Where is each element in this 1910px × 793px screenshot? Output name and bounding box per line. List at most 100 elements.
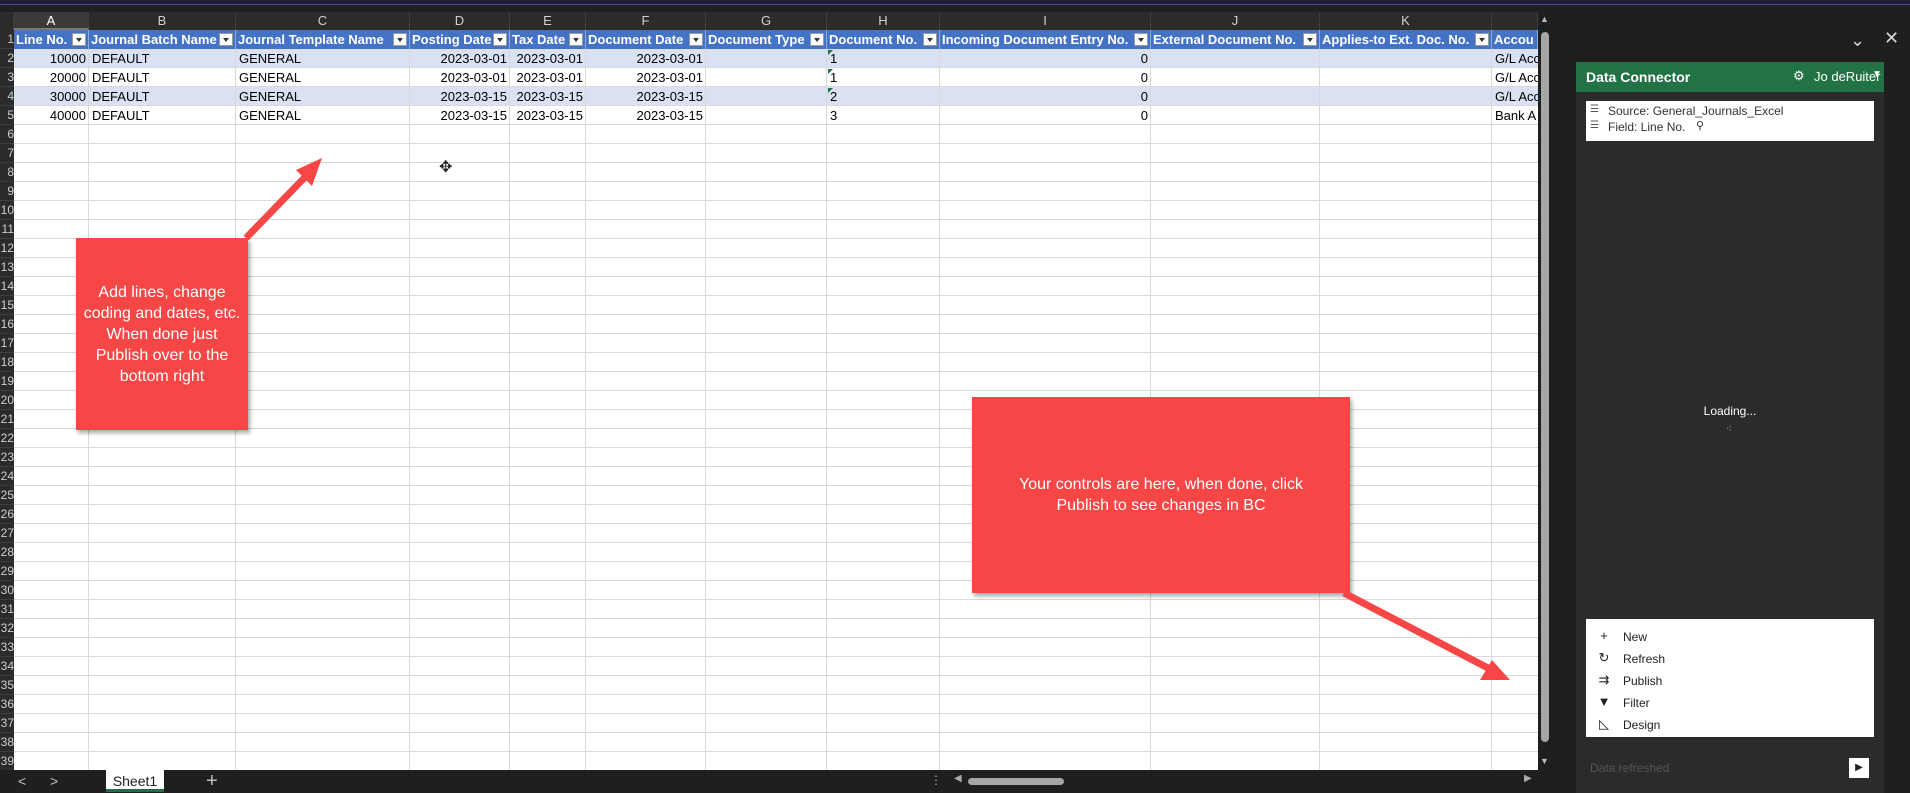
table-header-cell[interactable]: Journal Batch Name bbox=[89, 30, 236, 49]
column-header[interactable]: I bbox=[940, 12, 1151, 30]
table-cell[interactable]: GENERAL bbox=[236, 106, 410, 125]
table-cell[interactable]: 2023-03-15 bbox=[586, 106, 706, 125]
row-header[interactable]: 1 bbox=[0, 30, 14, 49]
table-cell[interactable]: 2023-03-01 bbox=[586, 49, 706, 68]
row-header[interactable]: 18 bbox=[0, 353, 14, 372]
vertical-scrollbar[interactable]: ▲ ▼ bbox=[1538, 12, 1552, 770]
table-cell[interactable] bbox=[706, 106, 827, 125]
table-cell[interactable]: 2023-03-15 bbox=[410, 106, 510, 125]
row-header[interactable]: 38 bbox=[0, 733, 14, 752]
table-header-cell[interactable]: External Document No. bbox=[1151, 30, 1320, 49]
table-cell[interactable] bbox=[1320, 68, 1492, 87]
column-header[interactable]: F bbox=[586, 12, 706, 30]
table-cell[interactable]: DEFAULT bbox=[89, 68, 236, 87]
table-header-cell[interactable]: Applies-to Ext. Doc. No. bbox=[1320, 30, 1492, 49]
vertical-scroll-thumb[interactable] bbox=[1541, 32, 1549, 742]
table-cell[interactable] bbox=[706, 49, 827, 68]
row-header[interactable]: 34 bbox=[0, 657, 14, 676]
table-cell[interactable]: 1 bbox=[827, 68, 940, 87]
filter-dropdown-icon[interactable] bbox=[72, 33, 86, 46]
table-cell[interactable] bbox=[1320, 106, 1492, 125]
filter-dropdown-icon[interactable] bbox=[689, 33, 703, 46]
row-header[interactable]: 35 bbox=[0, 676, 14, 695]
sheet-next-button[interactable]: > bbox=[50, 773, 58, 789]
select-all-corner[interactable] bbox=[0, 12, 14, 30]
row-header[interactable]: 16 bbox=[0, 315, 14, 334]
refresh-button[interactable]: ↻ Refresh bbox=[1586, 647, 1874, 669]
table-cell[interactable]: 2023-03-15 bbox=[510, 106, 586, 125]
table-header-cell[interactable]: Posting Date bbox=[410, 30, 510, 49]
row-header[interactable]: 28 bbox=[0, 543, 14, 562]
row-header[interactable]: 30 bbox=[0, 581, 14, 600]
row-header[interactable]: 13 bbox=[0, 258, 14, 277]
table-cell[interactable]: 0 bbox=[940, 68, 1151, 87]
horizontal-scroll-thumb[interactable] bbox=[968, 778, 1064, 785]
table-cell[interactable]: 20000 bbox=[14, 68, 89, 87]
table-header-cell[interactable]: Incoming Document Entry No. bbox=[940, 30, 1151, 49]
table-cell[interactable]: GENERAL bbox=[236, 49, 410, 68]
table-header-cell[interactable]: Journal Template Name bbox=[236, 30, 410, 49]
filter-dropdown-icon[interactable] bbox=[393, 33, 407, 46]
scroll-up-icon[interactable]: ▲ bbox=[1540, 14, 1549, 24]
filter-dropdown-icon[interactable] bbox=[923, 33, 937, 46]
table-cell[interactable]: G/L Acc bbox=[1492, 49, 1538, 68]
column-header[interactable]: D bbox=[410, 12, 510, 30]
column-header[interactable] bbox=[1492, 12, 1538, 30]
table-header-cell[interactable]: Document Type bbox=[706, 30, 827, 49]
filter-dropdown-icon[interactable] bbox=[569, 33, 583, 46]
row-header[interactable]: 19 bbox=[0, 372, 14, 391]
row-header[interactable]: 33 bbox=[0, 638, 14, 657]
column-header[interactable]: H bbox=[827, 12, 940, 30]
chevron-down-icon[interactable]: ⌄ bbox=[1850, 30, 1865, 51]
filter-dropdown-icon[interactable] bbox=[493, 33, 507, 46]
sheet-prev-button[interactable]: < bbox=[18, 773, 26, 789]
row-header[interactable]: 25 bbox=[0, 486, 14, 505]
table-cell[interactable]: DEFAULT bbox=[89, 49, 236, 68]
table-cell[interactable]: DEFAULT bbox=[89, 87, 236, 106]
row-header[interactable]: 14 bbox=[0, 277, 14, 296]
filter-dropdown-icon[interactable] bbox=[810, 33, 824, 46]
publish-button[interactable]: ⇉ Publish bbox=[1586, 669, 1874, 691]
row-header[interactable]: 39 bbox=[0, 752, 14, 770]
table-cell[interactable] bbox=[1151, 87, 1320, 106]
table-cell[interactable]: 30000 bbox=[14, 87, 89, 106]
table-header-cell[interactable]: Accou bbox=[1492, 30, 1538, 49]
table-cell[interactable] bbox=[1320, 49, 1492, 68]
table-cell[interactable] bbox=[1151, 68, 1320, 87]
table-header-cell[interactable]: Document No. bbox=[827, 30, 940, 49]
row-header[interactable]: 8 bbox=[0, 163, 14, 182]
filter-dropdown-icon[interactable] bbox=[219, 33, 233, 46]
table-header-cell[interactable]: Line No. bbox=[14, 30, 89, 49]
gear-icon[interactable]: ⚙ bbox=[1793, 68, 1805, 84]
table-cell[interactable]: 2023-03-01 bbox=[410, 68, 510, 87]
table-cell[interactable]: 10000 bbox=[14, 49, 89, 68]
table-cell[interactable]: 2023-03-01 bbox=[510, 68, 586, 87]
table-header-cell[interactable]: Tax Date bbox=[510, 30, 586, 49]
row-header[interactable]: 36 bbox=[0, 695, 14, 714]
row-header[interactable]: 24 bbox=[0, 467, 14, 486]
error-indicator-icon[interactable] bbox=[828, 69, 833, 74]
row-header[interactable]: 3 bbox=[0, 68, 14, 87]
table-cell[interactable]: 0 bbox=[940, 106, 1151, 125]
table-cell[interactable] bbox=[706, 87, 827, 106]
table-cell[interactable] bbox=[706, 68, 827, 87]
caret-down-icon[interactable]: ▼ bbox=[1872, 69, 1882, 80]
column-header[interactable]: A bbox=[14, 12, 89, 30]
row-header[interactable]: 29 bbox=[0, 562, 14, 581]
column-header[interactable]: E bbox=[510, 12, 586, 30]
column-header[interactable]: K bbox=[1320, 12, 1492, 30]
row-header[interactable]: 32 bbox=[0, 619, 14, 638]
row-header[interactable]: 20 bbox=[0, 391, 14, 410]
table-cell[interactable]: 1 bbox=[827, 49, 940, 68]
row-header[interactable]: 37 bbox=[0, 714, 14, 733]
table-cell[interactable]: DEFAULT bbox=[89, 106, 236, 125]
row-header[interactable]: 26 bbox=[0, 505, 14, 524]
add-sheet-button[interactable]: + bbox=[206, 770, 218, 792]
column-header[interactable]: J bbox=[1151, 12, 1320, 30]
row-header[interactable]: 23 bbox=[0, 448, 14, 467]
table-cell[interactable]: GENERAL bbox=[236, 87, 410, 106]
row-header[interactable]: 4 bbox=[0, 87, 14, 106]
scroll-left-icon[interactable]: ◀ bbox=[954, 773, 962, 784]
row-header[interactable]: 17 bbox=[0, 334, 14, 353]
column-header[interactable]: G bbox=[706, 12, 827, 30]
